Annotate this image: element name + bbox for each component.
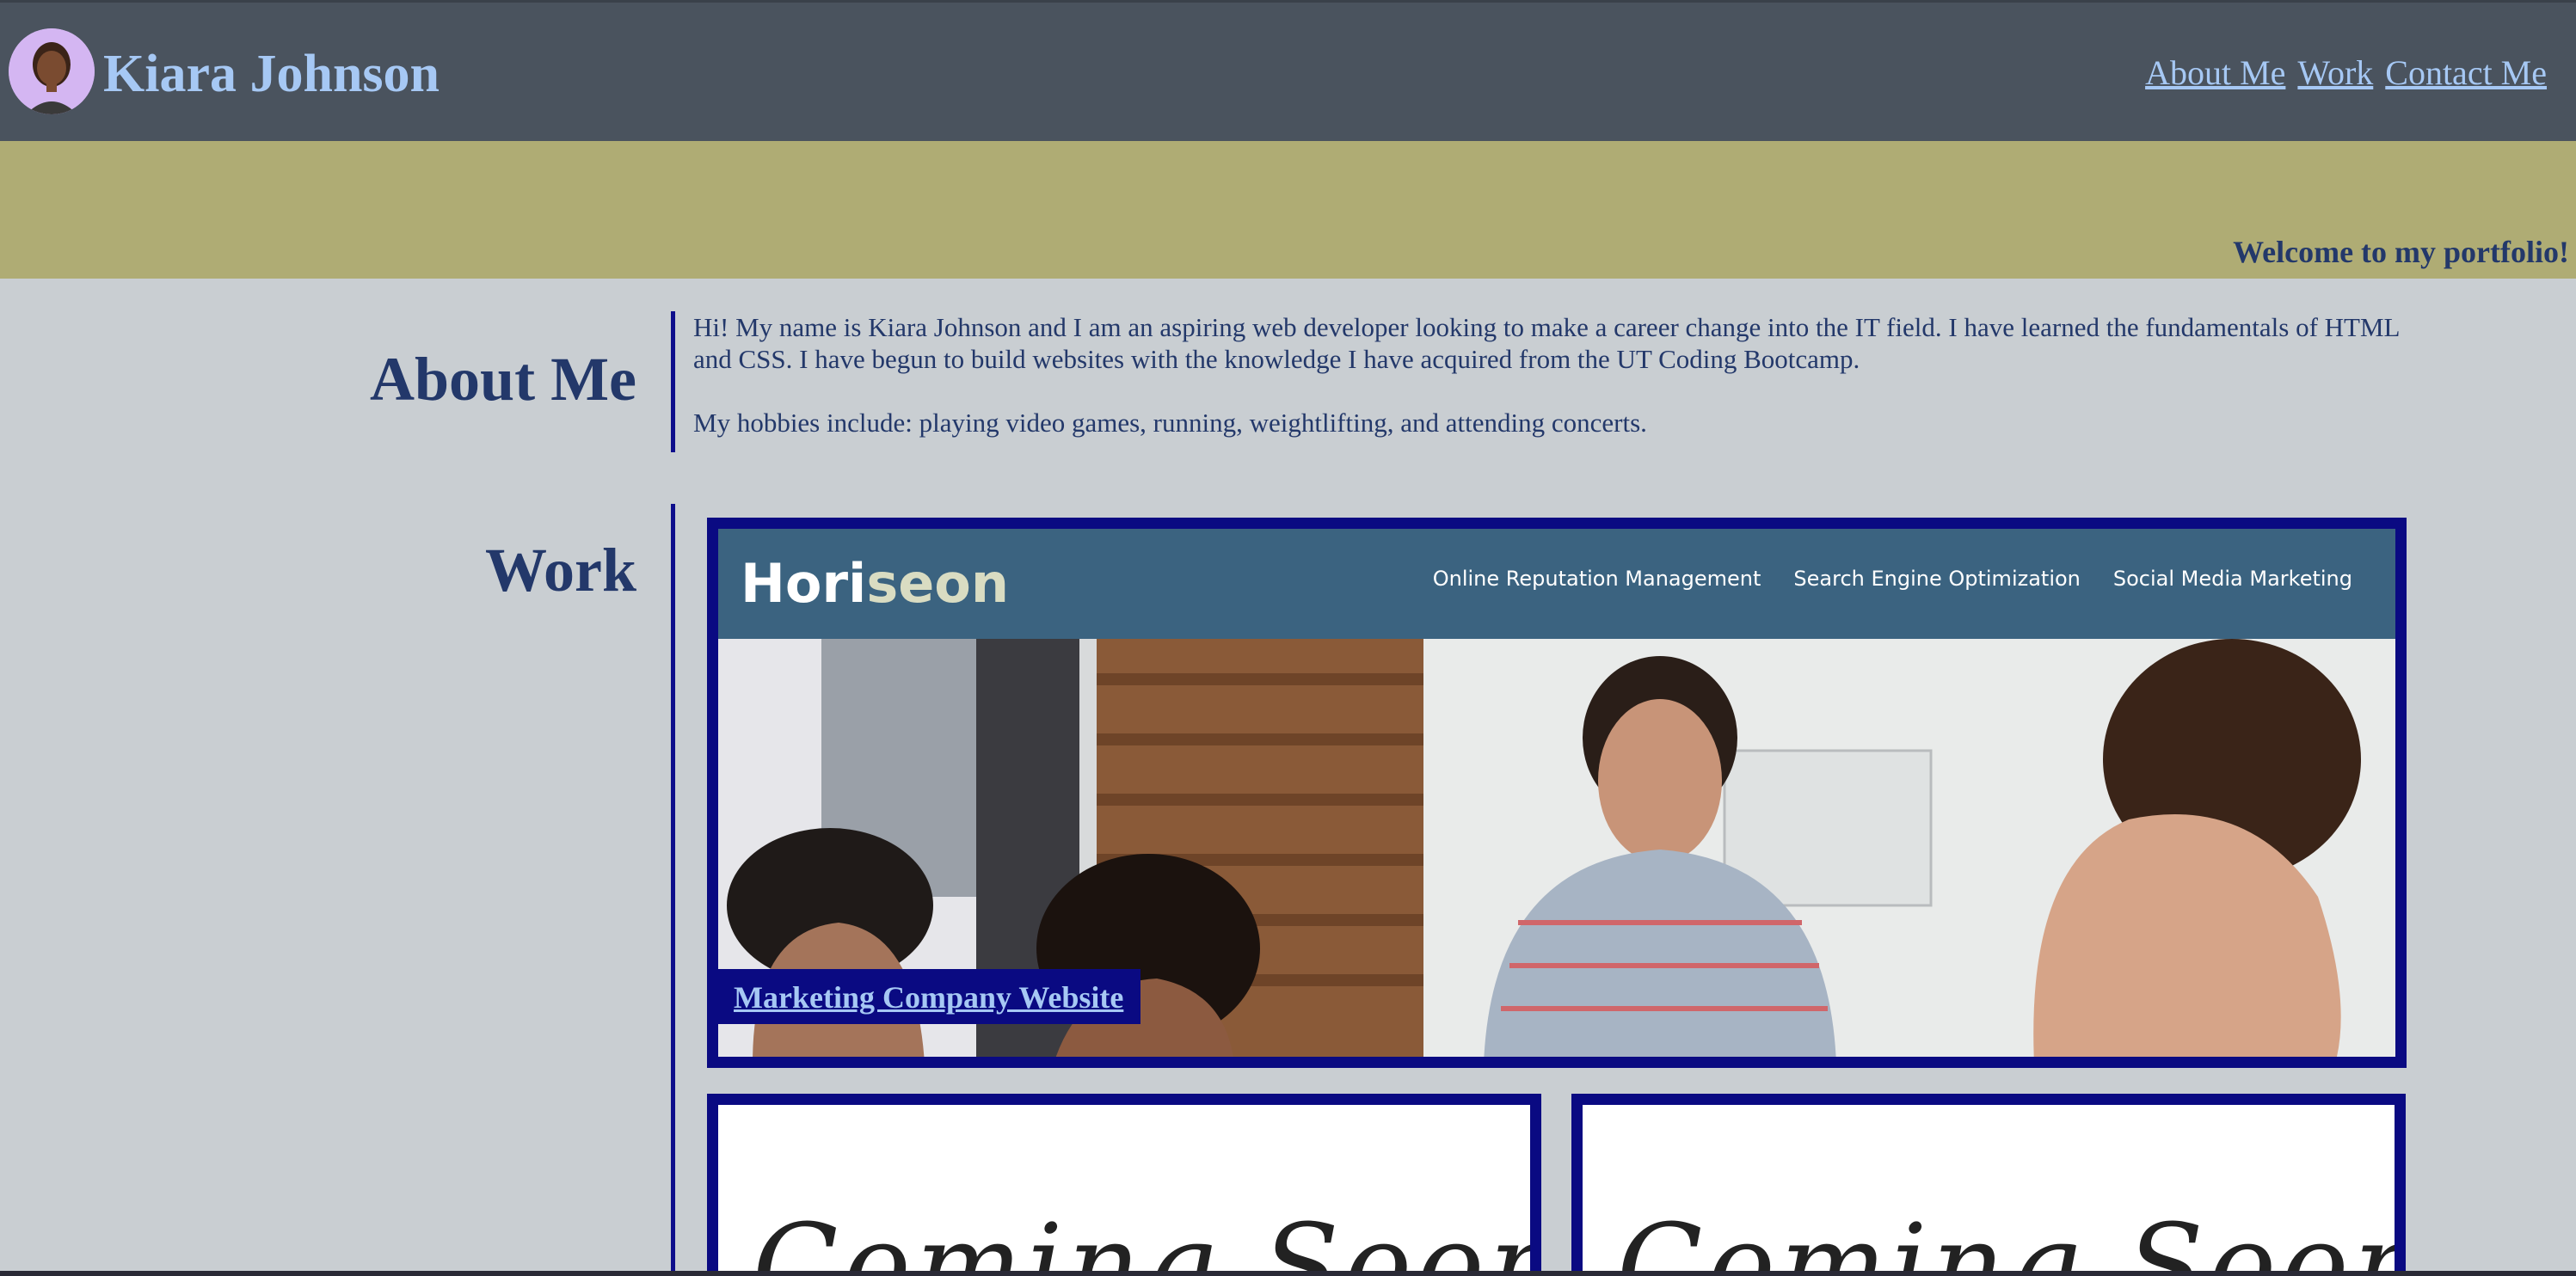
welcome-text: Welcome to my portfolio! <box>2233 235 2569 269</box>
project-link-marketing[interactable]: Marketing Company Website <box>734 980 1123 1015</box>
about-me-heading: About Me <box>370 345 636 414</box>
project-label: Marketing Company Website <box>718 969 1141 1024</box>
preview-link-reputation: Online Reputation Management <box>1432 567 1761 591</box>
avatar <box>9 28 95 114</box>
project-card-marketing[interactable]: Horiseon Online Reputation Management Se… <box>707 518 2407 1068</box>
main-nav: About Me Work Contact Me <box>2145 52 2547 93</box>
coming-soon-text: Coming Soon <box>753 1199 1541 1276</box>
about-divider <box>671 311 675 452</box>
project-card-placeholder-1[interactable]: Coming Soon <box>707 1094 1541 1276</box>
preview-link-social: Social Media Marketing <box>2112 567 2352 591</box>
site-title: Kiara Johnson <box>103 45 440 103</box>
project-preview-header: Horiseon Online Reputation Management Se… <box>718 529 2395 639</box>
project-card-placeholder-2[interactable]: Coming Soon <box>1571 1094 2406 1276</box>
nav-link-contact-me[interactable]: Contact Me <box>2385 52 2547 93</box>
work-heading: Work <box>484 536 636 604</box>
coming-soon-text: Coming Soon <box>1617 1199 2406 1276</box>
portfolio-page: Kiara Johnson About Me Work Contact Me W… <box>0 0 2576 1276</box>
about-me-text: Hi! My name is Kiara Johnson and I am an… <box>693 311 2413 439</box>
project-preview-nav: Online Reputation Management Search Engi… <box>1433 567 2352 591</box>
nav-link-work[interactable]: Work <box>2297 52 2373 93</box>
hero-banner: Welcome to my portfolio! <box>0 141 2576 279</box>
preview-link-seo: Search Engine Optimization <box>1793 567 2081 591</box>
window-bottom-edge <box>0 1271 2576 1276</box>
about-paragraph-intro: Hi! My name is Kiara Johnson and I am an… <box>693 312 2400 374</box>
horiseon-logo: Horiseon <box>741 552 1009 615</box>
nav-link-about-me[interactable]: About Me <box>2145 52 2285 93</box>
about-paragraph-hobbies: My hobbies include: playing video games,… <box>693 408 1647 438</box>
site-header: Kiara Johnson About Me Work Contact Me <box>0 0 2576 141</box>
work-divider <box>671 504 675 1276</box>
